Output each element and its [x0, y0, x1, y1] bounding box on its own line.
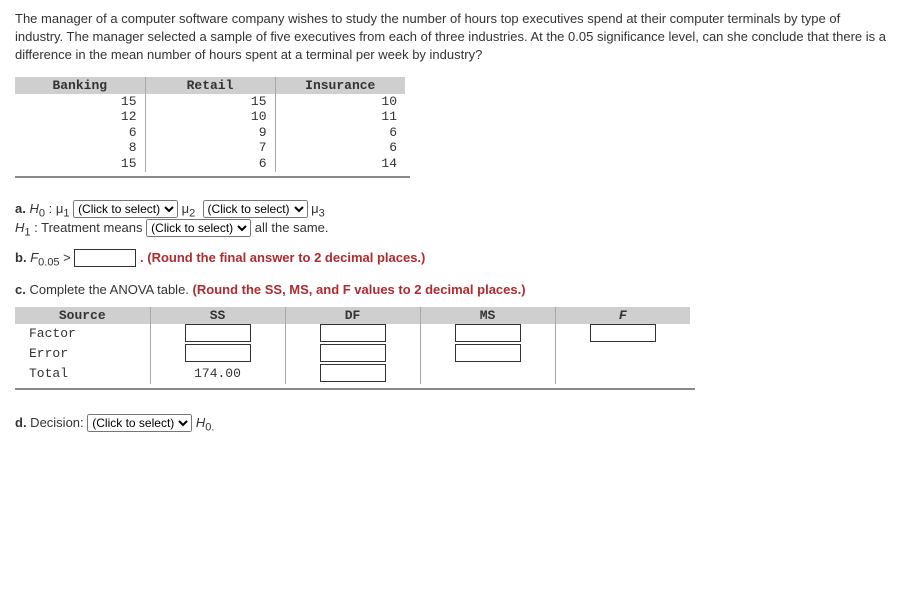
- problem-statement: The manager of a computer software compa…: [15, 10, 891, 65]
- anova-table: Source SS DF MS F Factor Error Total 174…: [15, 307, 690, 384]
- factor-f-input[interactable]: [590, 324, 656, 342]
- data-row: 696: [15, 125, 405, 141]
- part-d: d. Decision: (Click to select) H0.: [15, 414, 891, 434]
- h0-relation1-select[interactable]: (Click to select): [73, 200, 178, 218]
- part-c-text: Complete the ANOVA table.: [26, 282, 193, 297]
- data-cell: 15: [145, 94, 275, 110]
- anova-row-error: Error: [15, 344, 690, 364]
- data-cell: 7: [145, 140, 275, 156]
- h1-text: : Treatment means: [34, 220, 142, 235]
- data-cell: 6: [15, 125, 145, 141]
- data-header-insurance: Insurance: [275, 77, 405, 94]
- f-critical-input[interactable]: [74, 249, 136, 267]
- anova-row-factor: Factor: [15, 324, 690, 344]
- factor-df-input[interactable]: [320, 324, 386, 342]
- part-d-text: Decision:: [27, 415, 88, 430]
- f-sub: 0.05: [38, 256, 59, 268]
- data-table: Banking Retail Insurance 151510121011696…: [15, 77, 405, 172]
- h1-suffix: all the same.: [255, 220, 329, 235]
- h0-sub: 0: [39, 207, 45, 219]
- part-a-label: a.: [15, 201, 26, 216]
- part-c-note: (Round the SS, MS, and F values to 2 dec…: [193, 282, 526, 297]
- data-cell: 12: [15, 109, 145, 125]
- data-row: 121011: [15, 109, 405, 125]
- anova-shadow: [15, 388, 695, 390]
- data-cell: 6: [275, 125, 405, 141]
- data-row: 151510: [15, 94, 405, 110]
- h1-sub: 1: [24, 227, 30, 239]
- data-header-banking: Banking: [15, 77, 145, 94]
- mu1-sub: 1: [63, 207, 69, 219]
- part-c-label: c.: [15, 282, 26, 297]
- mu3-sub: 3: [319, 207, 325, 219]
- factor-ss-input[interactable]: [185, 324, 251, 342]
- part-b-label: b.: [15, 250, 27, 265]
- data-cell: 6: [275, 140, 405, 156]
- data-cell: 10: [145, 109, 275, 125]
- data-row: 15614: [15, 156, 405, 172]
- anova-header-ss: SS: [150, 307, 285, 324]
- decision-select[interactable]: (Click to select): [87, 414, 192, 432]
- total-df-input[interactable]: [320, 364, 386, 382]
- data-cell: 14: [275, 156, 405, 172]
- part-c: c. Complete the ANOVA table. (Round the …: [15, 282, 891, 297]
- gt-symbol: >: [60, 250, 71, 265]
- anova-header-df: DF: [285, 307, 420, 324]
- d-h0-sub: 0.: [205, 421, 214, 433]
- error-df-input[interactable]: [320, 344, 386, 362]
- data-cell: 10: [275, 94, 405, 110]
- anova-header-source: Source: [15, 307, 150, 324]
- total-ms-cell: [420, 364, 555, 384]
- data-cell: 9: [145, 125, 275, 141]
- data-cell: 6: [145, 156, 275, 172]
- f-symbol: F: [30, 250, 38, 265]
- h1-select[interactable]: (Click to select): [146, 219, 251, 237]
- total-ss-value: 174.00: [150, 364, 285, 384]
- anova-row-total: Total 174.00: [15, 364, 690, 384]
- anova-header-ms: MS: [420, 307, 555, 324]
- data-cell: 15: [15, 156, 145, 172]
- anova-header-f: F: [555, 307, 690, 324]
- h0-relation2-select[interactable]: (Click to select): [203, 200, 308, 218]
- h0-symbol: H: [29, 201, 38, 216]
- part-d-label: d.: [15, 415, 27, 430]
- total-f-cell: [555, 364, 690, 384]
- anova-src-factor: Factor: [15, 324, 150, 344]
- table-shadow: [15, 176, 410, 178]
- data-row: 876: [15, 140, 405, 156]
- h1-symbol: H: [15, 220, 24, 235]
- data-cell: 15: [15, 94, 145, 110]
- d-h0-symbol: H: [196, 415, 205, 430]
- data-header-retail: Retail: [145, 77, 275, 94]
- error-ss-input[interactable]: [185, 344, 251, 362]
- part-a: a. H0 : μ1 (Click to select) μ2 (Click t…: [15, 200, 891, 239]
- mu2-sub: 2: [189, 207, 195, 219]
- error-f-cell: [555, 344, 690, 364]
- part-b-note: . (Round the final answer to 2 decimal p…: [140, 250, 425, 265]
- data-cell: 8: [15, 140, 145, 156]
- part-b: b. F0.05 > . (Round the final answer to …: [15, 249, 891, 269]
- anova-src-error: Error: [15, 344, 150, 364]
- anova-src-total: Total: [15, 364, 150, 384]
- error-ms-input[interactable]: [455, 344, 521, 362]
- factor-ms-input[interactable]: [455, 324, 521, 342]
- data-cell: 11: [275, 109, 405, 125]
